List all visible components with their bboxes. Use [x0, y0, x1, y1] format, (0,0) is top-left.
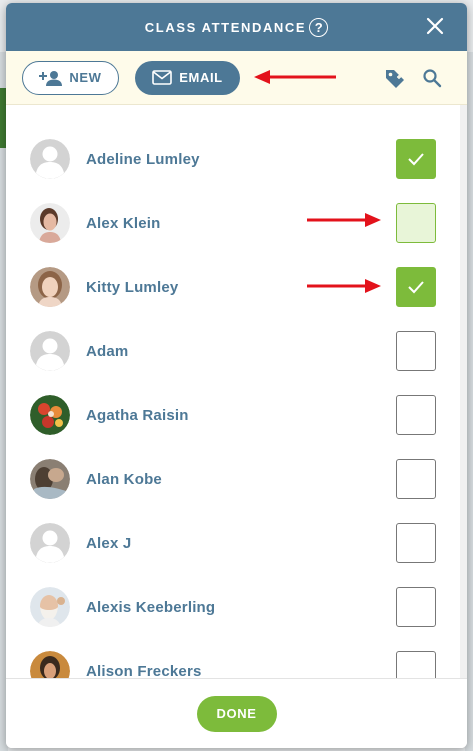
- tag-icon[interactable]: [384, 67, 406, 89]
- close-icon[interactable]: [424, 15, 446, 37]
- student-name: Alex J: [86, 534, 132, 552]
- attendance-checkbox[interactable]: [396, 395, 436, 435]
- student-name: Kitty Lumley: [86, 278, 179, 296]
- attendance-checkbox[interactable]: [396, 139, 436, 179]
- check-icon: [408, 281, 424, 294]
- student-name: Adam: [86, 342, 129, 360]
- modal-footer: DONE: [6, 678, 467, 748]
- student-name: Alexis Keeberling: [86, 598, 216, 616]
- avatar-photo: [30, 587, 70, 627]
- email-button-label: EMAIL: [179, 70, 223, 85]
- student-list: Adeline Lumley Alex Klein Kitty Lumley A…: [6, 105, 467, 678]
- modal-header: CLASS ATTENDANCE ?: [6, 3, 467, 51]
- new-button-label: NEW: [69, 70, 102, 85]
- avatar-placeholder: [30, 331, 70, 371]
- attendance-checkbox[interactable]: [396, 523, 436, 563]
- student-row[interactable]: Alex J: [6, 511, 467, 575]
- student-name: Alan Kobe: [86, 470, 162, 488]
- attendance-checkbox[interactable]: [396, 267, 436, 307]
- attendance-checkbox[interactable]: [396, 651, 436, 678]
- check-icon: [408, 153, 424, 166]
- attendance-checkbox[interactable]: [396, 459, 436, 499]
- mail-icon: [152, 70, 173, 85]
- avatar-photo: [30, 203, 70, 243]
- attendance-checkbox[interactable]: [396, 203, 436, 243]
- attendance-checkbox[interactable]: [396, 331, 436, 371]
- avatar-placeholder: [30, 139, 70, 179]
- avatar-photo: [30, 395, 70, 435]
- student-row[interactable]: Alexis Keeberling: [6, 575, 467, 639]
- annotation-arrow-alex-klein: [307, 213, 381, 227]
- avatar-photo: [30, 267, 70, 307]
- avatar-photo: [30, 651, 70, 678]
- student-name: Alison Freckers: [86, 662, 202, 679]
- student-row[interactable]: Agatha Raisin: [6, 383, 467, 447]
- modal-title: CLASS ATTENDANCE: [144, 19, 307, 35]
- student-row[interactable]: Alex Klein: [6, 191, 467, 255]
- class-attendance-modal: CLASS ATTENDANCE ? NEW EMAIL Adeline Lum…: [6, 3, 467, 748]
- student-name: Adeline Lumley: [86, 150, 200, 168]
- email-button[interactable]: EMAIL: [135, 60, 240, 95]
- search-icon[interactable]: [422, 68, 442, 88]
- student-row[interactable]: Adam: [6, 319, 467, 383]
- student-row[interactable]: Alan Kobe: [6, 447, 467, 511]
- toolbar: NEW EMAIL: [6, 51, 467, 105]
- list-scrollbar[interactable]: [460, 105, 467, 678]
- student-row[interactable]: Alison Freckers: [6, 639, 467, 678]
- help-icon[interactable]: ?: [309, 17, 329, 37]
- student-row[interactable]: Adeline Lumley: [6, 127, 467, 191]
- done-button[interactable]: DONE: [196, 695, 277, 732]
- student-name: Alex Klein: [86, 214, 161, 232]
- student-row[interactable]: Kitty Lumley: [6, 255, 467, 319]
- student-name: Agatha Raisin: [86, 406, 189, 424]
- avatar-placeholder: [30, 523, 70, 563]
- avatar-photo: [30, 459, 70, 499]
- new-button[interactable]: NEW: [22, 60, 119, 95]
- annotation-arrow-kitty-lumley: [307, 279, 381, 293]
- annotation-arrow-email: [254, 70, 336, 84]
- person-add-icon: [39, 70, 63, 86]
- attendance-checkbox[interactable]: [396, 587, 436, 627]
